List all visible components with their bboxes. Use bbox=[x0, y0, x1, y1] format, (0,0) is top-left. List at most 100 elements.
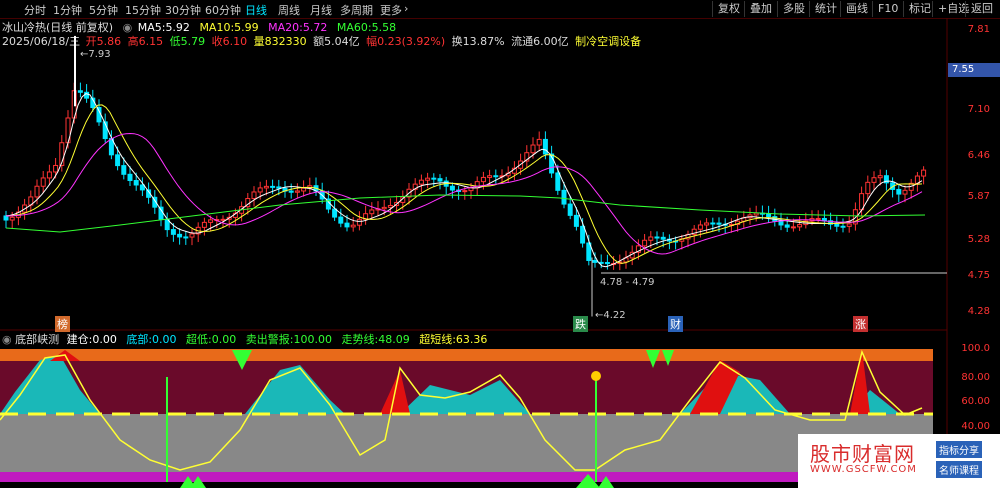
watermark-url: WWW.GSCFW.COM bbox=[810, 464, 917, 475]
indicator-name[interactable]: 底部峡测 bbox=[15, 333, 59, 346]
watermark-title: 股市财富网 bbox=[810, 442, 915, 466]
candle-body bbox=[871, 177, 877, 183]
ind-bottom-band bbox=[0, 472, 933, 482]
candle-body bbox=[294, 190, 300, 193]
candle-body bbox=[158, 206, 164, 220]
candle-body bbox=[387, 205, 393, 208]
candle-body bbox=[84, 91, 90, 99]
candle-body bbox=[642, 239, 648, 247]
jc-value: 0.00 bbox=[92, 333, 117, 346]
candle-body bbox=[449, 185, 455, 191]
candle-body bbox=[177, 233, 183, 238]
zs-label: 走势线: bbox=[341, 333, 379, 346]
candle-body bbox=[170, 229, 176, 235]
ma-lines bbox=[5, 93, 926, 268]
mc-value: 100.00 bbox=[293, 333, 332, 346]
candle-body bbox=[34, 185, 40, 198]
indicator-header: ◉ 底部峡测 建仓:0.00 底部:0.00 超低:0.00 卖出警报:100.… bbox=[2, 331, 487, 347]
candle-body bbox=[356, 218, 362, 226]
watermark: 股市财富网 WWW.GSCFW.COM 指标分享 名师课程 bbox=[798, 434, 1000, 488]
event-marker-0[interactable]: 榜 bbox=[55, 316, 70, 332]
candle-body bbox=[766, 213, 772, 218]
candle-body bbox=[431, 177, 437, 180]
current-price-box: 7.55 bbox=[948, 63, 1000, 77]
candle-body bbox=[784, 224, 790, 228]
candle-body bbox=[263, 185, 269, 189]
candle-body bbox=[480, 176, 486, 183]
candle-body bbox=[437, 178, 443, 182]
price-tick: 7.10 bbox=[967, 104, 990, 115]
candle-body bbox=[127, 173, 133, 182]
candle-body bbox=[865, 181, 871, 195]
ind-tick: 60.00 bbox=[961, 396, 990, 407]
candle-body bbox=[3, 215, 9, 221]
event-marker-2[interactable]: 财 bbox=[668, 316, 683, 332]
indicator-settings-icon[interactable]: ◉ bbox=[2, 333, 12, 346]
price-tick: 4.28 bbox=[967, 306, 990, 317]
candle-body bbox=[846, 223, 852, 227]
price-tick: 6.46 bbox=[967, 150, 990, 161]
candle-body bbox=[877, 175, 883, 179]
range-annotation: 4.78 - 4.79 bbox=[600, 277, 655, 288]
kline-chart[interactable] bbox=[0, 0, 1000, 488]
watermark-badge-1: 指标分享 bbox=[936, 441, 982, 458]
candle-body bbox=[542, 138, 548, 155]
price-tick: 4.75 bbox=[967, 270, 990, 281]
ind-signal-dot bbox=[591, 371, 601, 381]
candle-body bbox=[660, 236, 666, 240]
candle-body bbox=[425, 177, 431, 181]
cd-value: 0.00 bbox=[211, 333, 237, 346]
event-marker-3[interactable]: 涨 bbox=[853, 316, 868, 332]
ind-tick: 40.00 bbox=[961, 421, 990, 432]
cd-label: 超低: bbox=[186, 333, 212, 346]
candle-body bbox=[350, 224, 356, 228]
db-value: 0.00 bbox=[152, 333, 177, 346]
candles bbox=[3, 35, 927, 317]
candle-body bbox=[418, 179, 424, 185]
candle-body bbox=[121, 165, 127, 175]
candle-body bbox=[183, 236, 189, 239]
candle-body bbox=[716, 222, 722, 225]
candle-body bbox=[369, 209, 375, 215]
candle-body bbox=[301, 187, 307, 192]
ma5-line bbox=[5, 93, 923, 268]
ind-tick: 100.0 bbox=[961, 343, 990, 354]
candle-body bbox=[573, 214, 579, 227]
candle-body bbox=[654, 236, 660, 239]
candle-body bbox=[251, 191, 257, 200]
candle-body bbox=[462, 190, 468, 193]
candle-body bbox=[530, 144, 536, 154]
candle-body bbox=[487, 175, 493, 178]
candle-body bbox=[288, 190, 294, 193]
candle-body bbox=[201, 221, 207, 228]
candle-body bbox=[257, 187, 263, 193]
candle-body bbox=[40, 177, 46, 187]
candle-body bbox=[381, 206, 387, 210]
candle-body bbox=[332, 208, 338, 218]
candle-body bbox=[338, 216, 344, 224]
candle-body bbox=[115, 154, 121, 167]
candle-body bbox=[815, 217, 821, 220]
candle-body bbox=[921, 169, 927, 177]
candle-body bbox=[133, 180, 139, 186]
zs-value: 48.09 bbox=[378, 333, 410, 346]
candle-body bbox=[493, 175, 499, 178]
candle-body bbox=[704, 222, 710, 226]
mc-label: 卖出警报: bbox=[245, 333, 294, 346]
high-annotation: ←7.93 bbox=[80, 49, 111, 60]
event-marker-1[interactable]: 跌 bbox=[573, 316, 588, 332]
candle-body bbox=[189, 233, 195, 238]
price-tick: 7.81 bbox=[967, 24, 990, 35]
db-label: 底部: bbox=[126, 333, 153, 346]
price-tick: 5.87 bbox=[967, 191, 990, 202]
candle-body bbox=[896, 188, 902, 195]
candle-body bbox=[46, 171, 52, 179]
indicator-panel bbox=[0, 349, 933, 488]
candle-body bbox=[555, 172, 561, 191]
candle-body bbox=[208, 219, 214, 223]
price-axis: 7.81 7.10 6.46 5.87 5.28 4.75 4.28 100.0… bbox=[948, 18, 1000, 488]
jc-label: 建仓: bbox=[66, 333, 93, 346]
candle-body bbox=[580, 225, 586, 244]
ind-lower-zone bbox=[0, 414, 933, 472]
candle-body bbox=[604, 262, 610, 265]
